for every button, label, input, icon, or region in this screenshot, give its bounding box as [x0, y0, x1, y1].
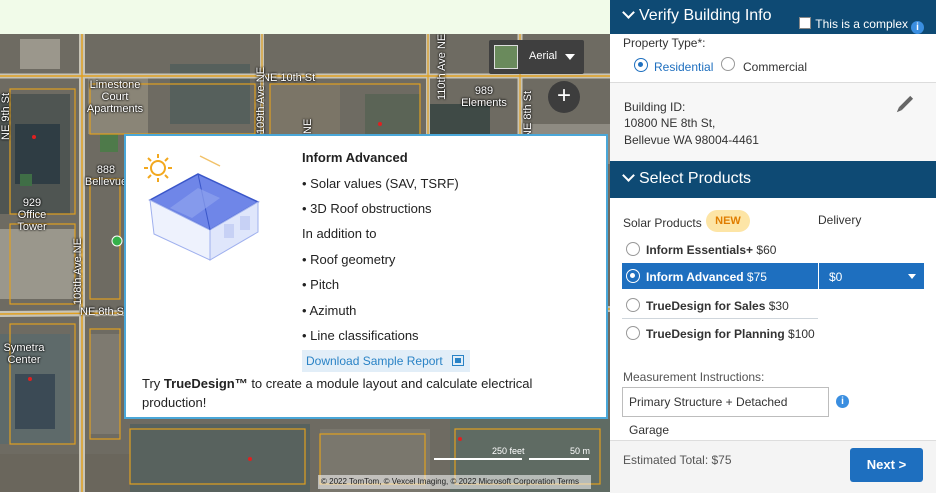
map-label-limestone: Limestone Court Apartments [86, 79, 144, 115]
solar-products-label: Solar Products [623, 216, 702, 230]
commercial-label[interactable]: Commercial [743, 60, 807, 74]
product-name: Inform Essentials+ [646, 243, 754, 257]
scale-bar-feet [434, 458, 522, 460]
address-line-1: 10800 NE 8th St, [624, 116, 716, 130]
product-divider [622, 318, 818, 319]
product-radio[interactable] [626, 242, 640, 256]
map-label-110th-ave: 110th Ave NE [436, 34, 448, 100]
measurement-input[interactable]: Primary Structure + Detached Garage [622, 387, 829, 437]
map-label-ne-8th: NE 8th St [80, 306, 128, 318]
download-sample-report-button[interactable]: Download Sample Report [302, 350, 470, 372]
select-products-title: Select Products [639, 170, 752, 187]
next-button[interactable]: Next > [850, 448, 923, 482]
complex-checkbox[interactable] [799, 17, 812, 29]
map-label-ne-partial: NE [302, 118, 314, 134]
map-label-elements: 989 Elements [461, 85, 507, 109]
product-option-inform-advanced[interactable]: Inform Advanced $75 [622, 263, 818, 289]
popup-line: • Pitch [302, 277, 340, 292]
product-price: $60 [756, 243, 777, 257]
building-id-label: Building ID: [624, 100, 686, 114]
map-label-ne-10th: NE 10th St [262, 72, 316, 84]
product-name: TrueDesign for Planning [646, 327, 785, 341]
top-banner [0, 0, 610, 34]
report-icon [452, 355, 464, 366]
pencil-icon[interactable] [898, 95, 914, 111]
map-label-109th-ave: 109th Ave NE [255, 66, 267, 134]
address-line-2: Bellevue WA 98004-4461 [624, 133, 759, 147]
product-price: $75 [746, 270, 767, 284]
map-scale: 250 feet 50 m [430, 446, 590, 466]
truedesign-brand: TrueDesign™ [163, 376, 248, 391]
product-price: $100 [788, 327, 815, 341]
popup-line: • Line classifications [302, 328, 419, 343]
product-name: TrueDesign for Sales [646, 299, 766, 313]
chevron-down-icon [622, 6, 635, 19]
residential-radio[interactable] [634, 58, 648, 72]
popup-title: Inform Advanced [302, 150, 408, 165]
popup-line: • Roof geometry [302, 252, 396, 267]
delivery-value: $0 [829, 270, 843, 284]
new-badge: NEW [706, 210, 750, 232]
map-style-label: Aerial [529, 50, 558, 62]
product-option-truedesign-planning[interactable]: TrueDesign for Planning $100 [622, 320, 818, 346]
complex-label: This is a complex [815, 17, 908, 31]
commercial-radio[interactable] [721, 57, 735, 71]
popup-line: In addition to [302, 226, 377, 241]
house-3d-icon [148, 155, 260, 261]
product-name: Inform Advanced [646, 270, 744, 284]
chevron-down-icon [622, 169, 635, 182]
property-type-label: Property Type*: [623, 36, 706, 50]
house-3d-illustration [144, 154, 260, 261]
map-label-ne-8th-vertical: NE 8th St [522, 90, 534, 138]
delivery-label: Delivery [818, 213, 862, 227]
scale-feet-label: 250 feet [492, 446, 525, 456]
verify-building-title: Verify Building Info [639, 7, 772, 24]
aerial-thumbnail-icon [494, 45, 518, 69]
map-label-888-bellevue: 888 Bellevue [84, 164, 128, 188]
info-icon[interactable]: i [836, 395, 849, 408]
map-copyright[interactable]: © 2022 TomTom, © Vexcel Imaging, © 2022 … [318, 475, 591, 489]
product-radio[interactable] [626, 326, 640, 340]
measurement-label: Measurement Instructions: [623, 370, 765, 384]
scale-bar-meters [529, 458, 589, 460]
residential-label[interactable]: Residential [654, 60, 713, 74]
map-label-108th-ave: 108th Ave NE [72, 237, 84, 305]
map-label-929-office: 929 Office Tower [17, 197, 47, 233]
product-option-truedesign-sales[interactable]: TrueDesign for Sales $30 [622, 292, 818, 318]
estimated-total: Estimated Total: $75 [623, 453, 732, 467]
delivery-select[interactable]: $0 [818, 263, 924, 289]
product-radio[interactable] [626, 298, 640, 312]
zoom-in-button[interactable]: + [548, 81, 580, 113]
caret-down-icon [565, 54, 575, 60]
footer-prefix: Try [142, 376, 164, 391]
map-style-selector[interactable]: Aerial [489, 40, 584, 74]
popup-line: • 3D Roof obstructions [302, 201, 432, 216]
product-radio[interactable] [626, 269, 640, 283]
order-panel: Verify Building Info This is a complex i … [610, 0, 936, 493]
sample-report-label: Download Sample Report [306, 354, 443, 368]
popup-footer: Try TrueDesign™ to create a module layou… [142, 374, 592, 412]
product-price: $30 [768, 299, 789, 313]
info-icon[interactable]: i [911, 21, 924, 34]
scale-meters-label: 50 m [570, 446, 591, 456]
product-option-inform-essentials[interactable]: Inform Essentials+ $60 [622, 236, 818, 262]
panel-footer: Estimated Total: $75 Next > [610, 440, 936, 493]
map-label-ne-9th: NE 9th St [0, 92, 12, 140]
building-id-box: Building ID: 10800 NE 8th St, Bellevue W… [610, 82, 936, 162]
caret-down-icon [908, 274, 916, 279]
map-label-symetra: Symetra Center [3, 342, 45, 366]
product-info-popup: Inform Advanced • Solar values (SAV, TSR… [124, 134, 608, 419]
verify-building-header[interactable]: Verify Building Info This is a complex i [610, 0, 936, 34]
popup-line: • Azimuth [302, 303, 357, 318]
select-products-header[interactable]: Select Products [610, 161, 936, 198]
sun-icon [144, 154, 172, 182]
complex-toggle[interactable]: This is a complex i [799, 8, 924, 40]
popup-line: • Solar values (SAV, TSRF) [302, 176, 459, 191]
